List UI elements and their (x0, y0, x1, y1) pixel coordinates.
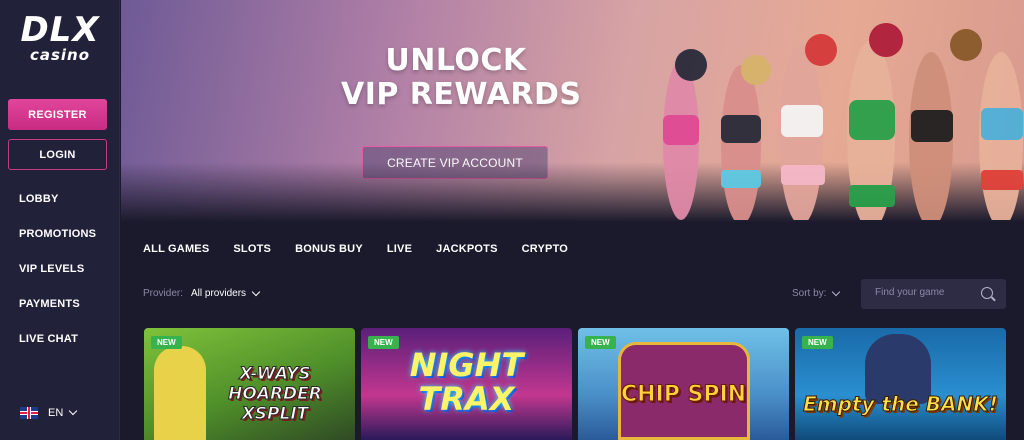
chevron-down-icon (251, 287, 261, 296)
tab-all-games[interactable]: ALL GAMES (143, 243, 209, 255)
provider-filter[interactable]: Provider: All providers (143, 287, 261, 299)
game-title: CHIP SPIN (620, 382, 747, 408)
hero-title-line1: UNLOCK (385, 43, 527, 78)
sidebar-nav: LOBBY PROMOTIONS VIP LEVELS PAYMENTS LIV… (19, 192, 114, 367)
sidebar: DLX casino REGISTER LOGIN LOBBY PROMOTIO… (0, 0, 120, 440)
register-button[interactable]: REGISTER (8, 99, 107, 130)
tab-bonus-buy[interactable]: BONUS BUY (295, 243, 363, 255)
new-badge: NEW (585, 336, 616, 349)
game-card-empty-the-bank[interactable]: NEW Empty the BANK! (795, 328, 1006, 440)
new-badge: NEW (151, 336, 182, 349)
game-title: NIGHT TRAX (409, 346, 524, 418)
tab-jackpots[interactable]: JACKPOTS (436, 243, 498, 255)
provider-label: Provider: (143, 288, 184, 299)
language-code: EN (48, 407, 64, 419)
game-card-night-trax[interactable]: NEW NIGHT TRAX (361, 328, 572, 440)
chevron-down-icon (69, 406, 78, 416)
tab-crypto[interactable]: CRYPTO (522, 243, 568, 255)
game-category-tabs: ALL GAMES SLOTS BONUS BUY LIVE JACKPOTS … (143, 243, 592, 255)
game-title: X-WAYS HOARDER XSPLIT (228, 364, 323, 425)
hero-banner: UNLOCK VIP REWARDS CREATE VIP ACCOUNT (121, 0, 1024, 222)
search-icon[interactable] (981, 287, 993, 299)
new-badge: NEW (368, 336, 399, 349)
search-box (861, 279, 1006, 309)
hero-characters-illustration (663, 23, 1023, 220)
logo[interactable]: DLX casino (10, 12, 110, 64)
search-input[interactable] (875, 287, 975, 298)
nav-item-lobby[interactable]: LOBBY (19, 192, 114, 227)
nav-item-promotions[interactable]: PROMOTIONS (19, 227, 114, 262)
nav-item-live-chat[interactable]: LIVE CHAT (19, 332, 114, 367)
new-badge: NEW (802, 336, 833, 349)
sort-label: Sort by: (792, 288, 827, 299)
tab-live[interactable]: LIVE (387, 243, 412, 255)
logo-name: DLX (20, 10, 100, 50)
provider-value: All providers (191, 288, 247, 299)
hero-title: UNLOCK VIP REWARDS (341, 43, 582, 112)
create-vip-account-button[interactable]: CREATE VIP ACCOUNT (362, 146, 548, 179)
gasmask-character (154, 346, 206, 440)
tab-slots[interactable]: SLOTS (233, 243, 271, 255)
login-button[interactable]: LOGIN (8, 139, 107, 170)
language-selector[interactable]: EN (20, 406, 78, 419)
chevron-down-icon (832, 287, 841, 296)
hero-title-line2: VIP REWARDS (341, 77, 582, 112)
game-card-xways-hoarder[interactable]: NEW X-WAYS HOARDER XSPLIT (144, 328, 355, 440)
nav-item-payments[interactable]: PAYMENTS (19, 297, 114, 332)
game-card-chip-spin[interactable]: NEW CHIP SPIN (578, 328, 789, 440)
game-title: Empty the BANK! (803, 392, 999, 417)
uk-flag-icon (20, 407, 38, 419)
nav-item-vip-levels[interactable]: VIP LEVELS (19, 262, 114, 297)
game-grid: NEW X-WAYS HOARDER XSPLIT NEW NIGHT TRAX… (144, 328, 1008, 440)
sort-by-dropdown[interactable]: Sort by: (792, 287, 841, 299)
